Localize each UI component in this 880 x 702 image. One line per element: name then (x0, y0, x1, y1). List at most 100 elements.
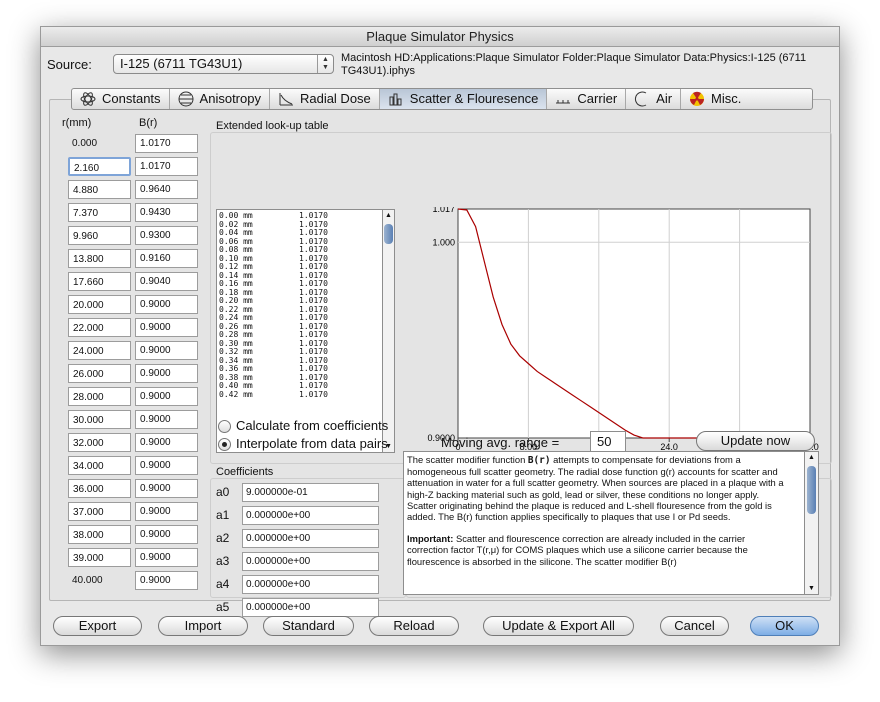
updown-arrows-icon: ▲ ▼ (317, 55, 333, 73)
update-export-all-button[interactable]: Update & Export All (483, 616, 634, 636)
br-value-field[interactable]: 1.0170 (135, 157, 198, 176)
coefficient-field[interactable]: 9.000000e-01 (242, 483, 379, 502)
update-now-button[interactable]: Update now (696, 431, 815, 451)
coefficient-label: a1 (216, 508, 230, 522)
r-value-field[interactable]: 39.000 (68, 548, 131, 567)
lookup-scrollbar[interactable]: ▲ ▼ (383, 209, 395, 453)
radiation-icon (690, 91, 705, 106)
r-value-field[interactable]: 26.000 (68, 364, 131, 383)
br-value-field[interactable]: 0.9000 (135, 410, 198, 429)
tab-air[interactable]: Air (626, 89, 682, 109)
br-value-field[interactable]: 0.9000 (135, 295, 198, 314)
tab-scatter-flouresence[interactable]: Scatter & Flouresence (379, 89, 548, 109)
reload-button[interactable]: Reload (369, 616, 459, 636)
import-button[interactable]: Import (158, 616, 248, 636)
export-button[interactable]: Export (53, 616, 142, 636)
br-value-field[interactable]: 0.9000 (135, 502, 198, 521)
r-value-field[interactable]: 30.000 (68, 410, 131, 429)
tab-radial-dose[interactable]: Radial Dose (270, 89, 380, 109)
r-value-field[interactable]: 24.000 (68, 341, 131, 360)
r-value-field[interactable]: 37.000 (68, 502, 131, 521)
standard-button[interactable]: Standard (263, 616, 354, 636)
lookup-row[interactable]: 0.42 mm 1.0170 (219, 389, 382, 400)
coefficient-field[interactable]: 0.000000e+00 (242, 575, 379, 594)
br-value-field[interactable]: 0.9300 (135, 226, 198, 245)
br-value-field[interactable]: 0.9000 (135, 341, 198, 360)
tab-carrier[interactable]: Carrier (547, 89, 627, 109)
lookup-b: 1.0170 (299, 389, 328, 399)
br-value-field[interactable]: 0.9000 (135, 364, 198, 383)
calc-coefficients-radio[interactable] (218, 420, 231, 433)
r-value-field[interactable]: 20.000 (68, 295, 131, 314)
br-value-field[interactable]: 0.9430 (135, 203, 198, 222)
r-value-field: 0.000 (72, 138, 98, 149)
br-value-field[interactable]: 0.9640 (135, 180, 198, 199)
lookup-r: 0.42 mm (219, 389, 253, 399)
r-value-field[interactable]: 7.370 (68, 203, 131, 222)
tab-label: Misc. (711, 91, 742, 106)
br-value-field[interactable]: 0.9000 (135, 548, 198, 567)
coefficient-label: a0 (216, 485, 230, 499)
window-title: Plaque Simulator Physics (41, 27, 839, 47)
r-value-field[interactable]: 28.000 (68, 387, 131, 406)
coefficient-field[interactable]: 0.000000e+00 (242, 552, 379, 571)
br-value-field[interactable]: 0.9040 (135, 272, 198, 291)
br-value-field[interactable]: 0.9000 (135, 318, 198, 337)
description-text[interactable]: The scatter modifier function B(r) attem… (403, 451, 805, 595)
scroll-thumb[interactable] (807, 466, 816, 514)
r-value-field: 40.000 (72, 575, 103, 586)
br-value-field[interactable]: 0.9000 (135, 456, 198, 475)
br-value-field[interactable]: 0.9000 (135, 433, 198, 452)
lookup-table-list[interactable]: 0.00 mm 1.0170 0.02 mm 1.0170 0.04 mm 1.0170 0… (216, 209, 383, 453)
tab-anisotropy[interactable]: Anisotropy (170, 89, 270, 109)
tab-label: Constants (102, 91, 161, 106)
tab-misc[interactable]: Misc. (681, 89, 749, 109)
coefficient-label: a5 (216, 600, 230, 614)
r-value-field[interactable]: 9.960 (68, 226, 131, 245)
tab-label: Scatter & Flouresence (409, 91, 539, 106)
br-column-header: B(r) (139, 117, 158, 129)
coefficient-label: a4 (216, 577, 230, 591)
r-value-field[interactable]: 36.000 (68, 479, 131, 498)
br-value-field[interactable]: 0.9000 (135, 479, 198, 498)
tab-bar: Constants Anisotropy Radial Dose Scatter & … (71, 88, 813, 110)
anisotropy-icon (178, 91, 194, 107)
br-value-field[interactable]: 0.9160 (135, 249, 198, 268)
r-value-field[interactable]: 38.000 (68, 525, 131, 544)
coefficient-field[interactable]: 0.000000e+00 (242, 529, 379, 548)
r-value-field[interactable]: 4.880 (68, 180, 131, 199)
interpolate-label: Interpolate from data pairs (236, 436, 388, 451)
tab-label: Carrier (577, 91, 618, 106)
ok-button[interactable]: OK (750, 616, 819, 636)
radial-dose-icon (279, 93, 293, 106)
scroll-down-icon[interactable]: ▼ (808, 585, 815, 592)
moving-avg-input[interactable]: 50 (590, 431, 626, 452)
r-value-field[interactable]: 2.160 (68, 157, 131, 176)
scroll-thumb[interactable] (384, 224, 393, 244)
tab-constants[interactable]: Constants (72, 89, 170, 109)
cancel-button[interactable]: Cancel (660, 616, 729, 636)
r-value-field[interactable]: 34.000 (68, 456, 131, 475)
desc-function-name: B(r) (527, 455, 551, 466)
coefficient-label: a3 (216, 554, 230, 568)
br-value-field[interactable]: 1.0170 (135, 134, 198, 153)
coefficient-field[interactable]: 0.000000e+00 (242, 506, 379, 525)
moving-avg-label: Moving avg. range = (441, 435, 560, 450)
r-value-field[interactable]: 13.800 (68, 249, 131, 268)
br-value-field[interactable]: 0.9000 (135, 571, 198, 590)
br-value-field[interactable]: 0.9000 (135, 387, 198, 406)
source-select[interactable]: I-125 (6711 TG43U1) ▲ ▼ (113, 54, 334, 74)
y-tick-label: 1.017 (432, 207, 455, 214)
br-value-field[interactable]: 0.9000 (135, 525, 198, 544)
scroll-up-icon[interactable]: ▲ (385, 212, 392, 219)
r-value-field[interactable]: 17.660 (68, 272, 131, 291)
desc-important-label: Important: (407, 533, 454, 545)
interpolate-radio[interactable] (218, 438, 231, 451)
description-scrollbar[interactable]: ▲ ▼ (805, 451, 819, 595)
coefficient-label: a2 (216, 531, 230, 545)
r-value-field[interactable]: 32.000 (68, 433, 131, 452)
scroll-up-icon[interactable]: ▲ (808, 454, 815, 461)
lookup-table-title: Extended look-up table (216, 120, 329, 132)
coefficient-field[interactable]: 0.000000e+00 (242, 598, 379, 617)
r-value-field[interactable]: 22.000 (68, 318, 131, 337)
